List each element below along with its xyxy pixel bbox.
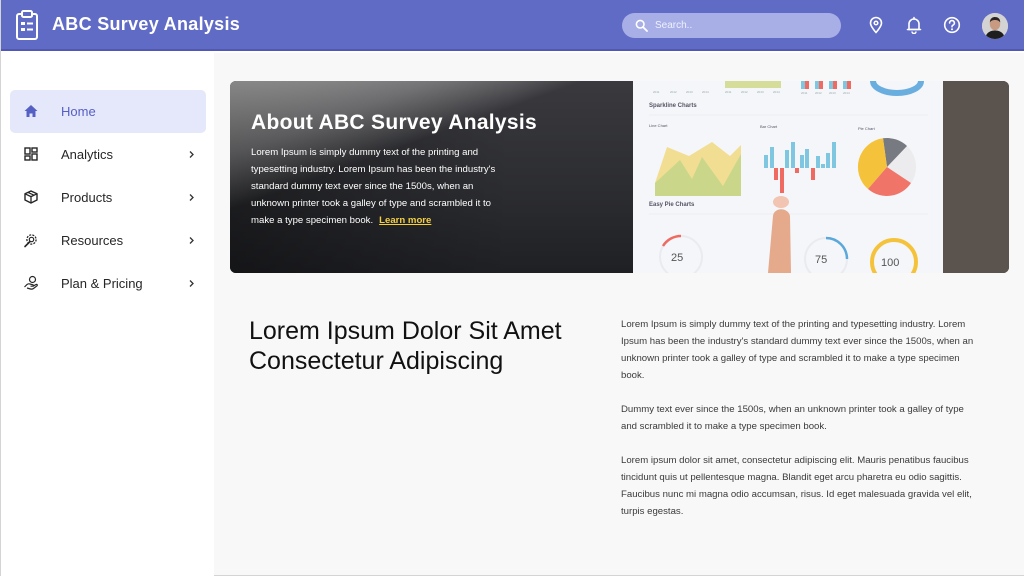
bar-chart-label: Bar Chart — [760, 124, 778, 129]
svg-text:2011: 2011 — [801, 91, 808, 95]
content-body: Lorem Ipsum is simply dummy text of the … — [621, 316, 981, 537]
svg-text:2011: 2011 — [725, 90, 732, 94]
svg-text:2013: 2013 — [757, 90, 764, 94]
clipboard-list-icon — [16, 10, 38, 40]
chevron-right-icon — [189, 151, 194, 158]
bar-chart-bars — [764, 142, 836, 193]
top-bar: ABC Survey Analysis — [1, 0, 1024, 51]
easy-pie-label: Easy Pie Charts — [649, 202, 695, 208]
svg-text:2014: 2014 — [702, 90, 709, 94]
svg-text:100: 100 — [881, 257, 899, 269]
svg-text:2014: 2014 — [773, 90, 780, 94]
hero-description-text: Lorem Ipsum is simply dummy text of the … — [251, 147, 496, 226]
hero-banner: 2011 2012 2013 2014 2011 2012 2013 2014 2011 20… — [230, 81, 1009, 273]
gauge-100: 100 — [870, 238, 918, 273]
search-bar[interactable] — [622, 13, 841, 38]
sidebar-item-label: Products — [61, 190, 113, 205]
sparkline-label: Sparkline Charts — [649, 103, 697, 109]
content-headline: Lorem Ipsum Dolor Sit Amet Consectetur A… — [249, 317, 562, 375]
hero-title: About ABC Survey Analysis — [251, 111, 538, 134]
sidebar-item-label: Resources — [61, 233, 124, 248]
search-input[interactable] — [655, 13, 835, 38]
search-icon — [635, 19, 648, 32]
help-circle-icon[interactable] — [943, 16, 961, 34]
content-paragraph: Lorem Ipsum is simply dummy text of the … — [621, 319, 974, 381]
svg-text:2012: 2012 — [670, 90, 677, 94]
sidebar: Home Analytics Products Resources Plan &… — [1, 53, 214, 576]
sidebar-item-plan-pricing[interactable]: Plan & Pricing — [10, 262, 206, 305]
hero-background-desk — [943, 81, 1009, 273]
svg-text:25: 25 — [671, 252, 683, 264]
main-content: 2011 2012 2013 2014 2011 2012 2013 2014 2011 20… — [214, 53, 1024, 575]
fingernail — [773, 196, 789, 208]
svg-text:2014: 2014 — [843, 91, 850, 95]
top-axis-ticks: 2011 2012 2013 2014 2011 2012 2013 2014 2011 20… — [653, 90, 850, 95]
hero-description: Lorem Ipsum is simply dummy text of the … — [251, 144, 511, 229]
bell-icon[interactable] — [905, 16, 923, 34]
pointing-finger — [768, 209, 791, 273]
svg-text:2011: 2011 — [653, 90, 660, 94]
sidebar-item-products[interactable]: Products — [10, 176, 206, 219]
home-icon — [24, 105, 38, 117]
box-icon — [24, 190, 38, 204]
gauge-25: 25 — [659, 234, 703, 273]
learn-more-link[interactable]: Learn more — [379, 215, 431, 226]
sidebar-item-label: Plan & Pricing — [61, 276, 143, 291]
sidebar-item-resources[interactable]: Resources — [10, 219, 206, 262]
svg-text:2012: 2012 — [741, 90, 748, 94]
chevron-right-icon — [189, 194, 194, 201]
map-pin-icon[interactable] — [867, 16, 885, 34]
sidebar-item-label: Home — [61, 104, 96, 119]
sidebar-item-home[interactable]: Home — [10, 90, 206, 133]
avatar-image — [982, 13, 1008, 39]
sidebar-item-label: Analytics — [61, 147, 114, 162]
svg-text:75: 75 — [815, 254, 827, 266]
top-bar-chart — [801, 81, 851, 89]
gear-wrench-icon — [24, 234, 37, 248]
hand-coin-icon — [24, 275, 38, 290]
top-donut-chart — [870, 81, 924, 96]
gauge-75: 75 — [804, 236, 849, 273]
hero-image-tablet-dashboard: 2011 2012 2013 2014 2011 2012 2013 2014 2011 20… — [633, 81, 943, 273]
line-chart-label: Line Chart — [649, 123, 668, 128]
content-paragraph: Lorem ipsum dolor sit amet, consectetur … — [621, 455, 972, 517]
svg-text:2013: 2013 — [686, 90, 693, 94]
svg-text:2013: 2013 — [829, 91, 836, 95]
tablet-charts-illustration: 2011 2012 2013 2014 2011 2012 2013 2014 2011 20… — [649, 81, 928, 273]
top-area-chart — [725, 81, 781, 88]
dashboard-grid-icon — [24, 147, 38, 161]
svg-text:2012: 2012 — [815, 91, 822, 95]
chevron-right-icon — [189, 237, 194, 244]
sidebar-item-analytics[interactable]: Analytics — [10, 133, 206, 176]
content-paragraph: Dummy text ever since the 1500s, when an… — [621, 404, 964, 432]
pie-chart-label: Pie Chart — [858, 126, 876, 131]
avatar[interactable] — [982, 13, 1008, 39]
chevron-right-icon — [189, 280, 194, 287]
app-title: ABC Survey Analysis — [52, 14, 241, 34]
pie-chart — [857, 138, 916, 196]
